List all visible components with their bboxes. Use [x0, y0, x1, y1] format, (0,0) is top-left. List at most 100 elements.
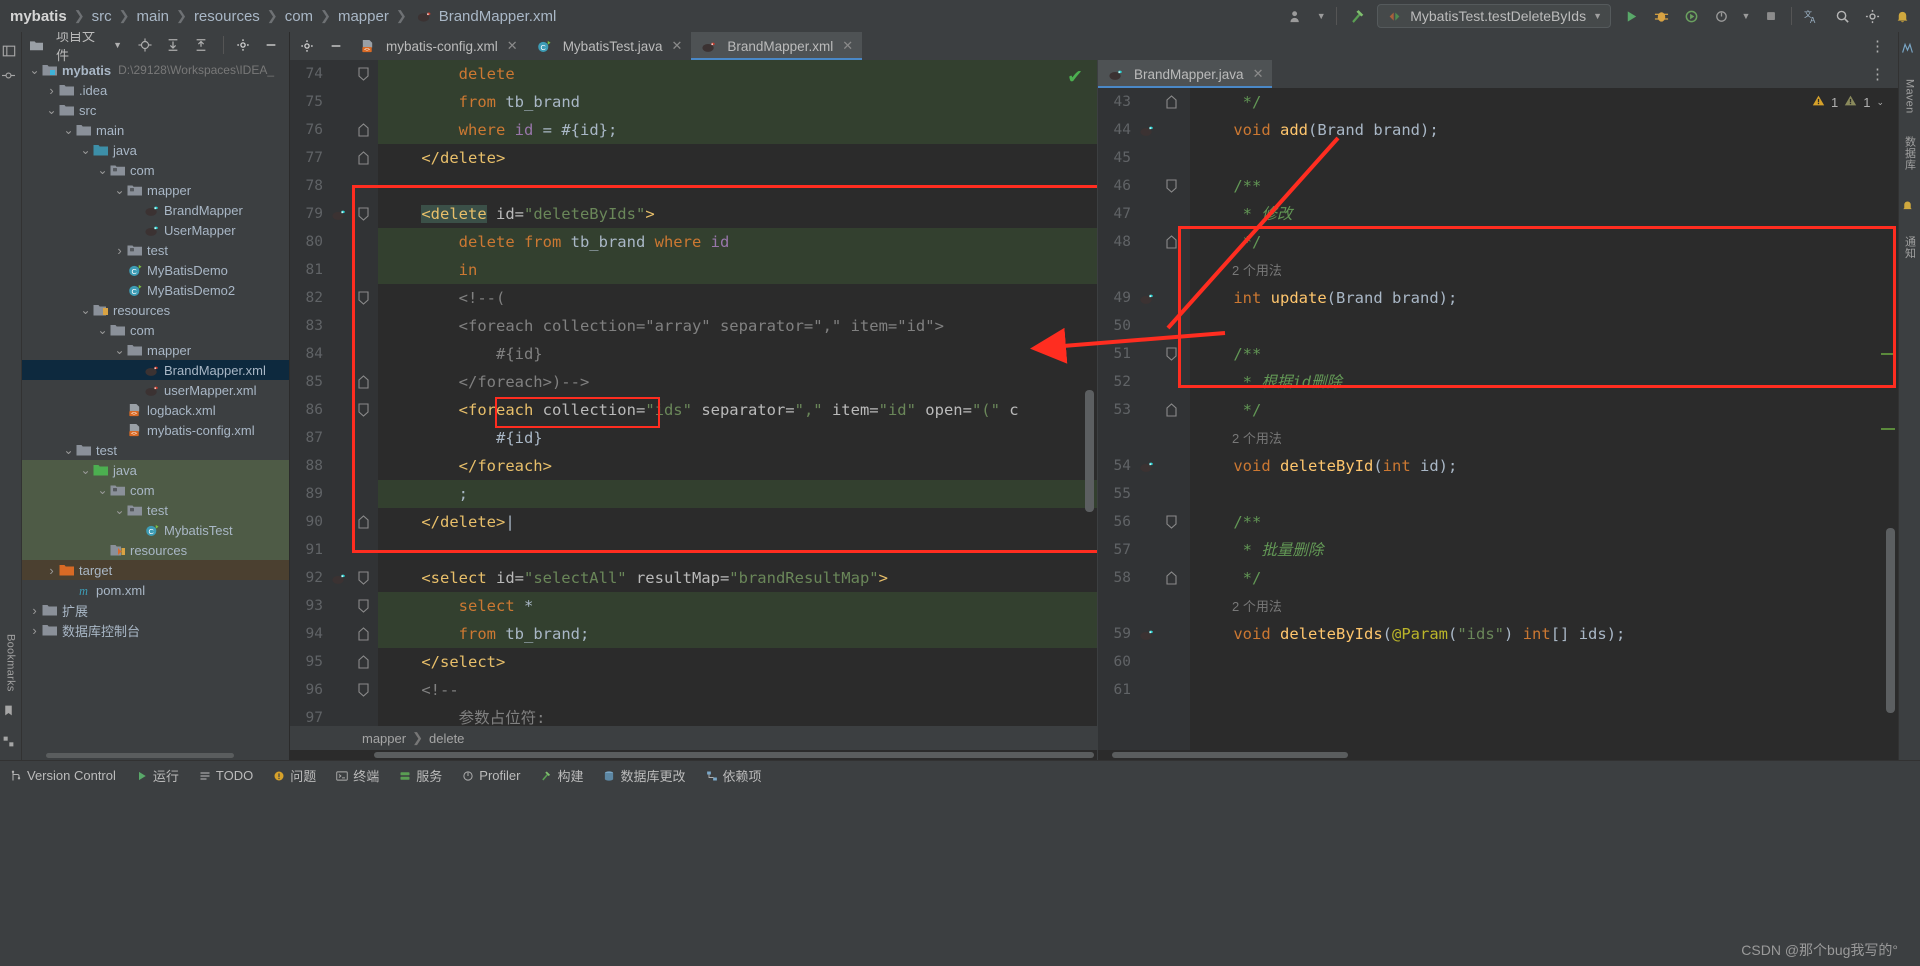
tree-node[interactable]: ⌄ test [22, 500, 289, 520]
tree-node[interactable]: ⌄ com [22, 160, 289, 180]
chevron-down-icon[interactable]: ⌄ [79, 303, 92, 317]
tree-node[interactable]: BrandMapper.xml [22, 360, 289, 380]
fold-collapse-icon[interactable] [1160, 179, 1182, 193]
code-line[interactable] [378, 536, 1097, 564]
fold-end-icon[interactable] [352, 375, 374, 389]
error-stripe-marker[interactable] [1881, 353, 1895, 355]
tree-node[interactable]: UserMapper [22, 220, 289, 240]
mybatis-icon[interactable] [326, 571, 352, 586]
editor-tab[interactable]: C MybatisTest.java ✕ [526, 32, 692, 60]
fold-collapse-icon[interactable] [1160, 347, 1182, 361]
notifications-tool-label[interactable]: 通知 [1902, 236, 1918, 259]
fold-end-icon[interactable] [352, 151, 374, 165]
status-bar-item-依赖项[interactable]: 依赖项 [706, 766, 762, 785]
fold-collapse-icon[interactable] [352, 571, 374, 585]
error-stripe-marker[interactable] [1881, 428, 1895, 430]
chevron-right-icon[interactable]: › [45, 563, 58, 578]
chevron-right-icon[interactable]: › [28, 623, 41, 638]
notifications-icon[interactable] [1892, 6, 1912, 26]
chevron-down-icon[interactable]: ⌄ [62, 123, 75, 137]
editor-tab[interactable]: BrandMapper.java ✕ [1098, 60, 1273, 88]
tree-node[interactable]: <> logback.xml [22, 400, 289, 420]
mybatis-icon[interactable] [326, 207, 352, 222]
tree-node[interactable]: ⌄ com [22, 320, 289, 340]
chevron-down-icon[interactable]: ⌄ [113, 183, 126, 197]
code-line[interactable]: * 修改 [1190, 200, 1898, 228]
breadcrumb-file[interactable]: BrandMapper.xml [437, 8, 559, 25]
search-icon[interactable] [1832, 6, 1852, 26]
code-line[interactable]: select * [378, 592, 1097, 620]
mybatis-icon[interactable] [1134, 627, 1160, 642]
code-line[interactable]: */ [1190, 396, 1898, 424]
tree-node[interactable]: <> mybatis-config.xml [22, 420, 289, 440]
translate-icon[interactable]: 文A [1802, 6, 1822, 26]
status-bar-item-终端[interactable]: 终端 [336, 766, 379, 785]
code-line[interactable]: from tb_brand; [378, 620, 1097, 648]
bookmarks-icon[interactable] [0, 702, 17, 719]
tree-node[interactable]: C MyBatisDemo2 [22, 280, 289, 300]
fold-end-icon[interactable] [1160, 95, 1182, 109]
code-line[interactable]: </foreach> [378, 452, 1097, 480]
breadcrumb-delete-node[interactable]: delete [429, 731, 464, 746]
breadcrumb-project[interactable]: mybatis [8, 8, 69, 25]
chevron-right-icon[interactable]: › [45, 83, 58, 98]
tree-node[interactable]: ⌄ src [22, 100, 289, 120]
maven-tool-label[interactable]: Maven [1904, 79, 1916, 114]
tree-node[interactable]: C MyBatisDemo [22, 260, 289, 280]
code-line[interactable]: 2 个用法 [1190, 424, 1898, 452]
java-editor-tabs-overflow-button[interactable]: ⋮ [1858, 60, 1898, 88]
user-account-icon[interactable] [1286, 6, 1306, 26]
chevron-down-icon[interactable]: ▼ [1741, 6, 1751, 26]
settings-gear-icon[interactable] [298, 39, 315, 53]
code-line[interactable]: </delete> [378, 144, 1097, 172]
hide-editor-icon[interactable] [327, 39, 344, 53]
fold-end-icon[interactable] [1160, 235, 1182, 249]
chevron-down-icon[interactable]: ⌄ [28, 63, 41, 77]
code-line[interactable]: where id = #{id}; [378, 116, 1097, 144]
status-bar-item-TODO[interactable]: TODO [199, 768, 253, 783]
code-line[interactable]: </select> [378, 648, 1097, 676]
close-icon[interactable]: ✕ [1253, 66, 1264, 82]
tree-node[interactable]: › 数据库控制台 [22, 620, 289, 640]
code-line[interactable]: in [378, 256, 1097, 284]
project-horizontal-scrollbar[interactable] [22, 751, 289, 760]
tree-node[interactable]: resources [22, 540, 289, 560]
tree-node[interactable]: BrandMapper [22, 200, 289, 220]
status-bar-item-构建[interactable]: 构建 [540, 766, 583, 785]
tree-node[interactable]: ⌄ resources [22, 300, 289, 320]
mybatis-icon[interactable] [1134, 291, 1160, 306]
tree-node[interactable]: › 扩展 [22, 600, 289, 620]
run-icon[interactable] [1621, 6, 1641, 26]
chevron-right-icon[interactable]: › [28, 603, 41, 618]
fold-end-icon[interactable] [352, 655, 374, 669]
inspection-warnings-widget[interactable]: 1 1 ⌄ [1812, 94, 1884, 110]
tree-node[interactable]: ⌄ java [22, 140, 289, 160]
code-line[interactable]: delete from tb_brand where id [378, 228, 1097, 256]
editor-tab[interactable]: BrandMapper.xml ✕ [691, 32, 863, 60]
settings-gear-icon[interactable] [234, 38, 251, 52]
bookmarks-tool-label[interactable]: Bookmarks [5, 634, 17, 692]
code-line[interactable]: <!--( [378, 284, 1097, 312]
inspection-status-ok-icon[interactable]: ✔ [1067, 66, 1083, 89]
chevron-down-icon[interactable]: ⌄ [113, 343, 126, 357]
chevron-down-icon[interactable]: ⌄ [1876, 97, 1884, 108]
breadcrumb-src[interactable]: src [90, 8, 114, 25]
fold-collapse-icon[interactable] [352, 403, 374, 417]
tree-node[interactable]: userMapper.xml [22, 380, 289, 400]
build-hammer-icon[interactable] [1347, 6, 1367, 26]
editor-tab[interactable]: <> mybatis-config.xml ✕ [350, 32, 527, 60]
code-line[interactable] [1190, 648, 1898, 676]
code-line[interactable]: </delete>| [378, 508, 1097, 536]
chevron-right-icon[interactable]: › [113, 243, 126, 258]
chevron-down-icon[interactable]: ⌄ [62, 443, 75, 457]
settings-gear-icon[interactable] [1862, 6, 1882, 26]
mybatis-icon[interactable] [1134, 459, 1160, 474]
usage-hint[interactable]: 2 个用法 [1196, 431, 1282, 446]
tree-node[interactable]: ⌄ mapper [22, 340, 289, 360]
fold-collapse-icon[interactable] [352, 291, 374, 305]
code-line[interactable]: 2 个用法 [1190, 592, 1898, 620]
fold-end-icon[interactable] [1160, 403, 1182, 417]
code-line[interactable]: <foreach collection="ids" separator="," … [378, 396, 1097, 424]
code-line[interactable]: * 批量删除 [1190, 536, 1898, 564]
close-icon[interactable]: ✕ [671, 38, 682, 54]
